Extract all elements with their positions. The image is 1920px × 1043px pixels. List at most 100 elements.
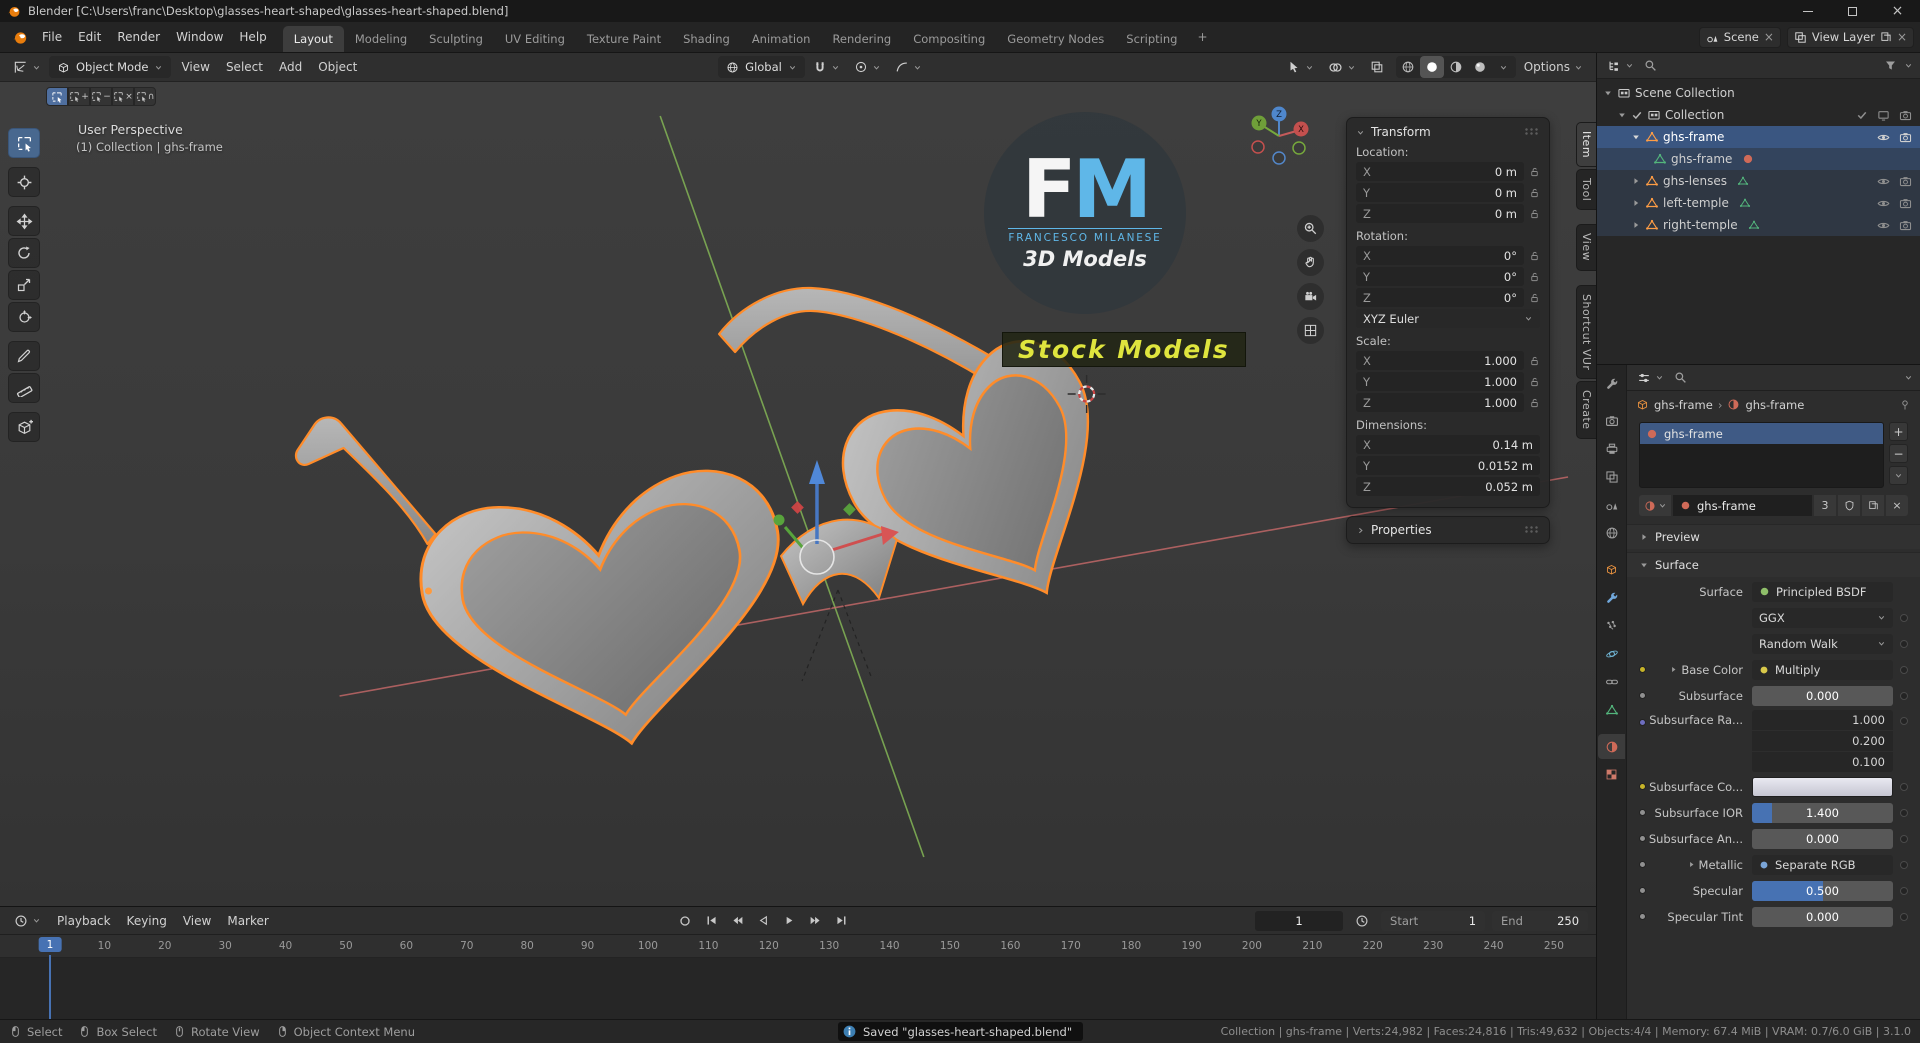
minimize-button[interactable] [1785,0,1830,22]
timeline-editor-type-button[interactable] [8,910,47,932]
next-keyframe-button[interactable] [803,911,827,931]
editor-type-button[interactable] [7,56,47,78]
material-users-button[interactable]: 3 [1814,495,1836,516]
lock-icon[interactable] [1529,166,1540,177]
checkbox-icon[interactable] [1631,109,1643,121]
properties-editor-type-button[interactable] [1634,367,1667,389]
hide-viewport-icon[interactable] [1877,197,1890,210]
disclosure-triangle-icon[interactable] [1603,88,1613,98]
tab-view-layer[interactable] [1598,464,1625,489]
frame-start-field[interactable]: Start 1 [1381,910,1486,931]
falloff-button[interactable] [889,56,928,78]
search-icon[interactable] [1644,59,1657,72]
select-mode-intersect-button[interactable]: ∩ [134,87,156,106]
lock-icon[interactable] [1529,250,1540,261]
tool-box-select[interactable] [8,128,40,158]
sidebar-tab[interactable]: Create [1576,380,1596,439]
disclosure-triangle-icon[interactable] [1631,132,1641,142]
subsurface-slider[interactable]: 0.000 [1752,685,1893,706]
tab-object-data[interactable] [1598,697,1625,722]
overlays-button[interactable] [1322,56,1362,78]
mode-dropdown[interactable]: Object Mode [49,56,172,78]
outliner-row-collection[interactable]: Collection [1597,104,1920,126]
add-slot-button[interactable]: + [1889,422,1908,441]
location-field[interactable]: Y0 m [1356,183,1524,202]
current-frame-field[interactable]: 1 [1255,910,1344,931]
filter-icon[interactable] [1884,59,1897,72]
tool-transform[interactable] [8,302,40,332]
hide-viewport-icon[interactable] [1877,131,1890,144]
outliner-row-left-temple[interactable]: left-temple [1597,192,1920,214]
scene-selector[interactable]: Scene × [1698,26,1781,48]
workspace-tab[interactable]: Texture Paint [576,26,672,52]
camera-view-button[interactable] [1297,283,1324,310]
snapping-button[interactable] [807,56,846,78]
ortho-toggle-button[interactable] [1297,317,1324,344]
add-workspace-button[interactable]: + [1188,30,1216,44]
rotation-field[interactable]: X 0° [1356,246,1524,265]
tab-constraints[interactable] [1598,669,1625,694]
workspace-tab[interactable]: Compositing [902,26,996,52]
tool-measure[interactable] [8,373,40,403]
viewport-menu-item[interactable]: View [173,56,217,78]
rotation-mode-dropdown[interactable]: XYZ Euler [1356,309,1540,328]
sidebar-tab[interactable]: Item [1576,122,1596,168]
specular-slider[interactable]: 0.500 [1752,880,1893,901]
viewport-canvas[interactable]: User Perspective (1) Collection | ghs-fr… [0,82,1596,906]
lock-icon[interactable] [1529,355,1540,366]
tab-particles[interactable] [1598,613,1625,638]
tool-add-cube[interactable] [8,412,40,442]
xray-toggle[interactable] [1364,56,1390,78]
radius-x-field[interactable]: 1.000 [1752,710,1893,730]
checkbox-icon[interactable] [1856,109,1868,121]
maximize-button[interactable] [1830,0,1875,22]
select-mode-set-button[interactable] [46,87,68,106]
workspace-tab[interactable]: Animation [741,26,822,52]
sidebar-tab[interactable]: Tool [1576,169,1596,211]
menu-item[interactable]: Edit [70,26,109,48]
prev-keyframe-button[interactable] [725,911,749,931]
shading-solid-button[interactable] [1419,56,1444,78]
surface-shader-button[interactable]: Principled BSDF [1752,581,1893,602]
tab-tool[interactable] [1598,371,1625,396]
panel-grip[interactable] [1525,526,1540,534]
subsurface-color-swatch[interactable] [1752,776,1893,797]
rotation-field[interactable]: Z 0° [1356,288,1524,307]
workspace-tab[interactable]: Shading [672,26,741,52]
tool-rotate[interactable] [8,238,40,268]
dimensions-field[interactable]: X 0.14 m [1356,435,1540,454]
close-button[interactable]: × [1875,0,1920,22]
menu-item[interactable]: Render [109,26,168,48]
breadcrumb-object[interactable]: ghs-frame [1654,398,1713,412]
scale-field[interactable]: X 1.000 [1356,351,1524,370]
preview-panel-header[interactable]: Preview [1627,524,1920,549]
timeline-track[interactable]: 1 10 20 30 40 50 60 70 80 90 100 110 120 130 140 150 160… [0,935,1596,1019]
sidebar-tab[interactable]: View [1576,224,1596,271]
tab-modifiers[interactable] [1598,585,1625,610]
show-gizmo-button[interactable] [1281,56,1320,78]
disclosure-triangle-icon[interactable] [1631,198,1641,208]
workspace-tab[interactable]: Geometry Nodes [996,26,1115,52]
timeline-menu-item[interactable]: Marker [219,910,276,932]
tab-render[interactable] [1598,408,1625,433]
lock-icon[interactable] [1529,397,1540,408]
shading-options-button[interactable] [1492,56,1516,78]
tab-world[interactable] [1598,520,1625,545]
properties-subpanel-header[interactable]: Properties [1356,523,1540,537]
hide-viewport-icon[interactable] [1877,219,1890,232]
lock-icon[interactable] [1529,271,1540,282]
tab-material[interactable] [1598,734,1625,759]
outliner-editor-type-button[interactable] [1604,55,1637,77]
tab-texture[interactable] [1598,762,1625,787]
select-mode-invert-button[interactable]: × [112,87,134,106]
panel-grip[interactable] [1525,128,1540,136]
workspace-tab[interactable]: Scripting [1115,26,1188,52]
workspace-tab[interactable]: Sculpting [418,26,494,52]
outliner-row-ghs-frame-data[interactable]: ghs-frame [1597,148,1920,170]
camera-restrict-icon[interactable] [1899,131,1912,144]
rotation-field[interactable]: Y 0° [1356,267,1524,286]
menu-item[interactable]: Help [231,26,274,48]
dimensions-field[interactable]: Y 0.0152 m [1356,456,1540,475]
base-color-node-button[interactable]: Multiply [1752,659,1893,680]
play-reverse-button[interactable] [751,911,775,931]
